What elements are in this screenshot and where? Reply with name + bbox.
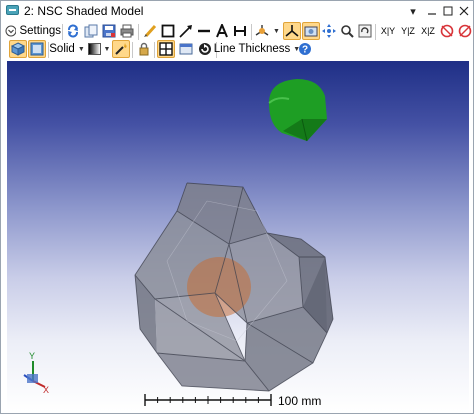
- pan-button[interactable]: [320, 22, 338, 40]
- separator: [375, 24, 376, 40]
- wand-icon: [115, 43, 127, 55]
- view-xz-button[interactable]: X|Z: [418, 22, 438, 40]
- refresh-button[interactable]: [64, 22, 82, 40]
- orange-source-object: [187, 257, 251, 317]
- cube-icon: [11, 42, 25, 56]
- window-title: 2: NSC Shaded Model: [24, 4, 144, 18]
- dimension-icon: [234, 26, 246, 36]
- text-icon: [216, 24, 228, 38]
- save-icon: [102, 24, 116, 38]
- dropdown-arrow-icon[interactable]: ▾: [405, 3, 421, 19]
- save-button[interactable]: [100, 22, 118, 40]
- axes-icon: [255, 25, 269, 36]
- separator: [251, 24, 252, 40]
- color-ramp-dropdown[interactable]: ▼: [87, 40, 111, 58]
- settings-label: Settings: [19, 25, 61, 37]
- pencil-button[interactable]: [141, 22, 159, 40]
- pencil-icon: [144, 24, 157, 38]
- view-xz-label: X|Z: [421, 26, 435, 36]
- line-thickness-label: Line Thickness: [213, 43, 291, 55]
- view-xy-button[interactable]: X|Y: [378, 22, 398, 40]
- toolbar-row-1: Settings ▼ X|Y Y|Z X|Z: [1, 22, 473, 42]
- no-rotate-icon: [458, 24, 472, 38]
- separator: [62, 24, 63, 40]
- help-button[interactable]: ?: [296, 40, 314, 58]
- scale-label: 100 mm: [278, 394, 322, 408]
- line-icon: [198, 29, 210, 33]
- caret-icon: ▼: [273, 27, 280, 35]
- axis-orient-button[interactable]: [283, 22, 301, 40]
- 3d-viewport[interactable]: Y X: [7, 61, 469, 411]
- line-thickness-dropdown[interactable]: Line Thickness ▼: [214, 40, 300, 58]
- solid-label: Solid: [49, 43, 75, 55]
- print-icon: [120, 24, 134, 38]
- rectangle-icon: [161, 24, 175, 38]
- zoom-icon: [341, 25, 354, 38]
- window-capture-icon: [179, 43, 193, 55]
- refresh-icon: [68, 24, 78, 38]
- maximize-icon[interactable]: [440, 3, 456, 19]
- scale-bar: [144, 394, 272, 406]
- copy-icon: [84, 24, 98, 38]
- auto-update-button[interactable]: [196, 40, 214, 58]
- help-icon: ?: [299, 43, 311, 56]
- lighting-button[interactable]: [112, 40, 130, 58]
- lock-button[interactable]: [135, 40, 153, 58]
- separator: [154, 42, 155, 58]
- nsc-shaded-model-window: 2: NSC Shaded Model ▾ Settings ▼ X|Y Y|Z…: [0, 0, 474, 414]
- reset-view-button[interactable]: [438, 22, 456, 40]
- axis-triad: Y X: [23, 351, 49, 395]
- axis-x-label: X: [43, 385, 49, 395]
- update-icon: [199, 43, 211, 55]
- axis-y-label: Y: [29, 351, 35, 361]
- grid-icon: [159, 42, 173, 56]
- axes-dropdown-button[interactable]: ▼: [254, 22, 280, 40]
- separator: [138, 24, 139, 40]
- svg-text:?: ?: [302, 45, 308, 56]
- zoom-button[interactable]: [338, 22, 356, 40]
- move-icon: [322, 24, 336, 38]
- camera-view-icon: [304, 26, 318, 37]
- layout-icon: [30, 42, 44, 56]
- green-sphere-object: [268, 79, 327, 142]
- solid-dropdown[interactable]: Solid ▼: [49, 40, 85, 58]
- layout-button[interactable]: [28, 40, 46, 58]
- settings-button[interactable]: Settings: [5, 22, 61, 40]
- camera-view-button[interactable]: [302, 22, 320, 40]
- gray-polyhedron-object: [134, 182, 334, 392]
- line-button[interactable]: [195, 22, 213, 40]
- separator: [132, 42, 133, 58]
- rectangle-button[interactable]: [159, 22, 177, 40]
- close-icon[interactable]: [456, 3, 472, 19]
- copy-button[interactable]: [82, 22, 100, 40]
- axis-orient-icon: [285, 25, 299, 37]
- toolbar-row-2: Solid ▼ ▼ Line Thickness ▼ ?: [1, 40, 473, 60]
- chevron-down-circle-icon: [5, 25, 17, 37]
- ring-icon: [440, 24, 454, 38]
- 3d-view-button[interactable]: [9, 40, 27, 58]
- view-yz-button[interactable]: Y|Z: [398, 22, 418, 40]
- app-icon: [6, 5, 19, 15]
- caret-icon: ▼: [103, 45, 111, 53]
- grid-button[interactable]: [157, 40, 175, 58]
- caret-icon: ▼: [77, 45, 85, 53]
- text-button[interactable]: [213, 22, 231, 40]
- rotate-view-icon: [358, 24, 372, 38]
- view-xy-label: X|Y: [380, 26, 396, 36]
- reset-rotation-button[interactable]: [456, 22, 474, 40]
- minimize-icon[interactable]: [424, 3, 440, 19]
- view-yz-label: Y|Z: [401, 26, 415, 36]
- print-button[interactable]: [118, 22, 136, 40]
- title-bar: 2: NSC Shaded Model ▾: [1, 1, 473, 21]
- lock-icon: [139, 42, 149, 56]
- dimension-button[interactable]: [231, 22, 249, 40]
- arrow-button[interactable]: [177, 22, 195, 40]
- gradient-icon: [87, 43, 101, 55]
- screenshot-button[interactable]: [177, 40, 195, 58]
- rotate-view-button[interactable]: [356, 22, 374, 40]
- arrow-icon: [179, 25, 192, 38]
